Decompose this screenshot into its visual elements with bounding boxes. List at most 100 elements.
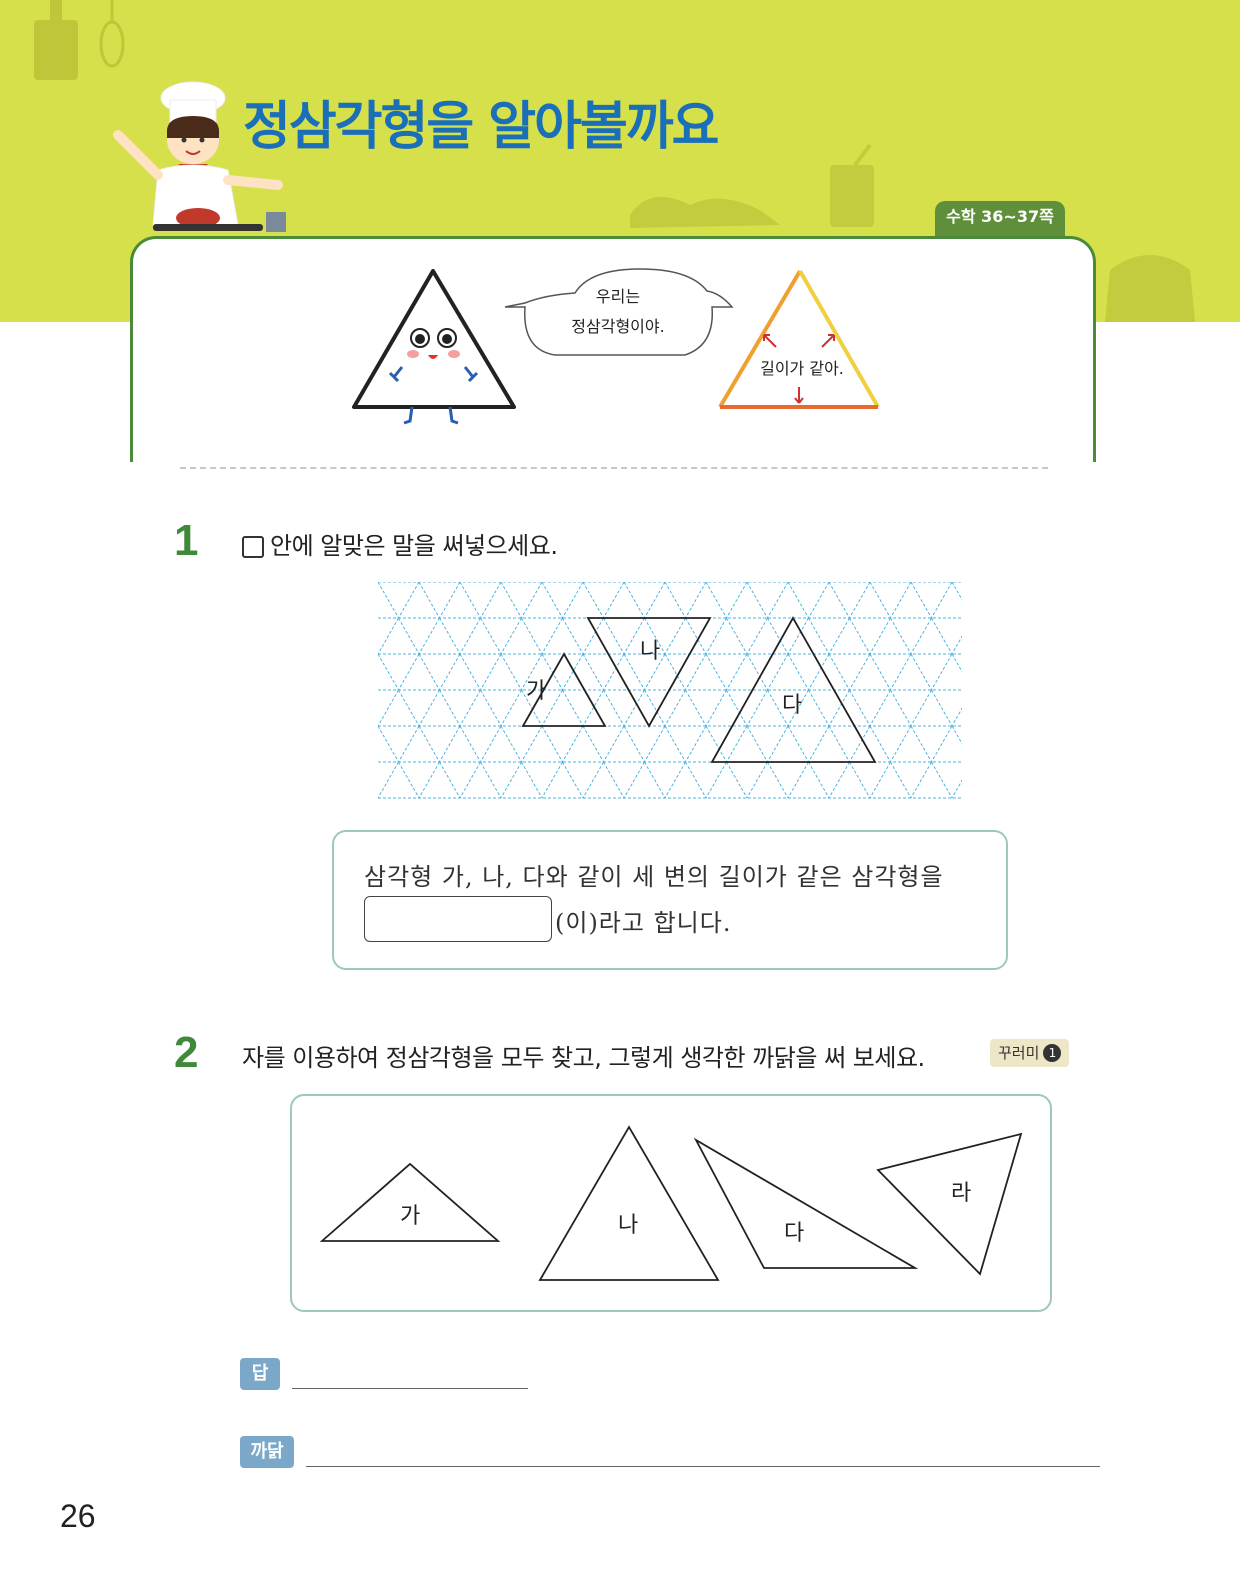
grid-line [664, 761, 686, 799]
grid-line [603, 653, 625, 691]
grid-line [849, 653, 871, 691]
blank-box-icon [242, 536, 264, 558]
grid-line [705, 653, 727, 691]
grid-line [849, 617, 871, 655]
grid-line [521, 582, 543, 619]
grid-line [480, 582, 502, 619]
grid-line [664, 617, 686, 655]
triangle-da[interactable] [693, 1137, 919, 1269]
grid-line [828, 653, 850, 691]
grid-line [644, 725, 666, 763]
grid-line [931, 689, 953, 727]
grid-line [890, 725, 912, 763]
grid-line [767, 761, 789, 799]
triangle-ga[interactable] [319, 1162, 501, 1242]
grid-line [582, 761, 604, 799]
grid-line [582, 725, 604, 763]
grid-line [849, 689, 871, 727]
page-number: 26 [60, 1498, 96, 1534]
grid-line [418, 689, 440, 727]
grid-line [500, 582, 522, 619]
grid-line [931, 761, 953, 799]
answer-write-line[interactable] [292, 1388, 528, 1389]
grid-line [644, 761, 666, 799]
grid-line [705, 761, 727, 799]
grid-line [418, 725, 440, 763]
grid-line [603, 689, 625, 727]
grid-line [746, 582, 768, 619]
grid-line [562, 725, 584, 763]
grid-line [951, 653, 962, 673]
question-1-text: 안에 알맞은 말을 써넣으세요. [270, 532, 558, 560]
grid-line [767, 617, 789, 655]
grid-line [849, 761, 871, 799]
grid-line [910, 725, 932, 763]
question-1-number: 1 [174, 516, 199, 565]
reason-write-line[interactable] [306, 1466, 1100, 1467]
grid-line [726, 689, 748, 727]
grid-line [500, 725, 522, 763]
grid-line [418, 653, 440, 691]
grid-line [787, 617, 809, 655]
grid-line [603, 617, 625, 655]
grid-line [439, 582, 461, 619]
intro-divider [180, 467, 1048, 469]
grid-line [685, 582, 707, 619]
grid-line [521, 617, 543, 655]
grid-line [541, 617, 563, 655]
grid-line [685, 653, 707, 691]
grid-line [808, 617, 830, 655]
fill-sentence-line2: (이)라고 합니다. [555, 909, 732, 937]
grid-line [378, 725, 399, 763]
speech-bubble: 우리는 정삼각형이야. [504, 268, 734, 356]
grid-line [418, 582, 440, 619]
grid-line [480, 761, 502, 799]
grid-line [787, 653, 809, 691]
grid-line [603, 582, 625, 619]
grid-line [787, 761, 809, 799]
grid-line [685, 761, 707, 799]
grid-line [439, 617, 461, 655]
grid-line [726, 617, 748, 655]
grid-line [787, 725, 809, 763]
grid-line [623, 761, 645, 799]
grid-line [746, 725, 768, 763]
grid-line [951, 725, 962, 745]
grid-line [726, 761, 748, 799]
grid-line [726, 653, 748, 691]
reference-tab: 수학 36~37쪽 [935, 201, 1065, 237]
grid-line [951, 635, 962, 655]
grid-triangle-na [586, 617, 712, 728]
grid-line [910, 689, 932, 727]
grid-line [726, 582, 748, 619]
question-2-instruction: 자를 이용하여 정삼각형을 모두 찾고, 그렇게 생각한 까닭을 써 보세요. [242, 1044, 925, 1072]
equal-sides-note: 길이가 같아. [760, 359, 844, 378]
grid-line [910, 653, 932, 691]
grid-line [398, 582, 420, 619]
grid-line [705, 725, 727, 763]
grid-line [623, 725, 645, 763]
grid-line [931, 582, 953, 619]
triangle-ra[interactable] [876, 1132, 1023, 1276]
grid-line [459, 653, 481, 691]
grid-line [459, 689, 481, 727]
grid-line [890, 761, 912, 799]
grid-line [398, 725, 420, 763]
grid-label-ga: 가 [526, 679, 546, 704]
grid-line [500, 761, 522, 799]
grid-line [398, 689, 420, 727]
grid-line [849, 725, 871, 763]
grid-line [623, 689, 645, 727]
grid-line [869, 689, 891, 727]
grid-line [808, 761, 830, 799]
answer-blank-input[interactable] [364, 896, 552, 942]
triangle-na[interactable] [538, 1125, 720, 1281]
grid-label-na: 나 [640, 639, 660, 664]
grid-line [418, 617, 440, 655]
grid-line [644, 689, 666, 727]
grid-line [398, 761, 420, 799]
hint-badge[interactable]: 꾸러미 1 [990, 1039, 1070, 1067]
grid-line [931, 617, 953, 655]
triangle-label-da: 다 [784, 1221, 804, 1246]
grid-line [951, 779, 962, 799]
